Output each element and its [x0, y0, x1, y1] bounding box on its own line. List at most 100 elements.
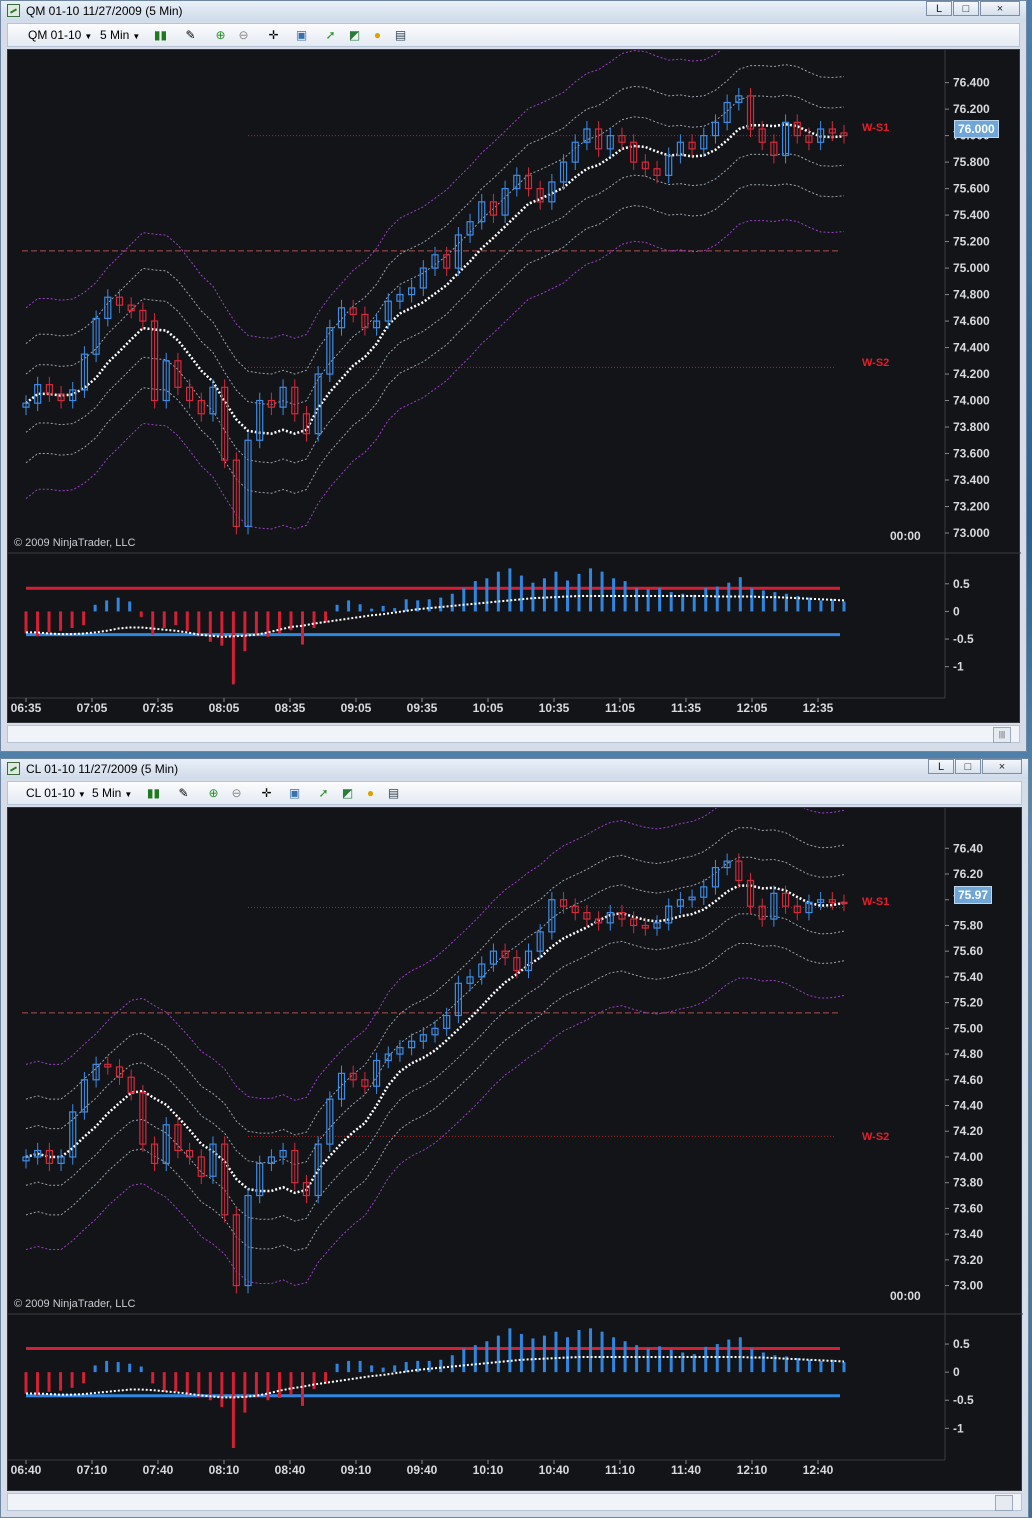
zoom-out-icon[interactable]: ⊖ [236, 28, 251, 43]
instrument-dropdown[interactable]: CL 01-10 ▼ [26, 786, 86, 800]
price-tick-label: 73.00 [953, 1279, 983, 1293]
price-tick-label: 73.800 [953, 420, 990, 434]
time-tick-label: 06:40 [11, 1463, 42, 1477]
period-dropdown[interactable]: 5 Min ▼ [92, 786, 132, 800]
outer-band-upper [25, 50, 722, 339]
close-button[interactable]: × [982, 759, 1022, 774]
period-dropdown[interactable]: 5 Min ▼ [100, 28, 140, 42]
horizontal-scrollbar[interactable]: ||| [7, 725, 1020, 743]
indicator-icon[interactable]: ◩ [340, 786, 355, 801]
time-tick-label: 07:10 [77, 1463, 108, 1477]
time-tick-label: 11:10 [605, 1463, 635, 1477]
time-tick-label: 09:10 [341, 1463, 372, 1477]
price-tick-label: 74.600 [953, 314, 990, 328]
osc-tick-label: -0.5 [953, 1393, 974, 1407]
trade-icon[interactable]: ● [370, 28, 385, 43]
instrument-dropdown[interactable]: QM 01-10 ▼ [28, 28, 92, 42]
price-tick-label: 74.000 [953, 394, 990, 408]
data-box-icon[interactable]: ▤ [393, 28, 408, 43]
chevron-down-icon: ▼ [132, 32, 141, 41]
title-bar[interactable]: QM 01-10 11/27/2009 (5 Min) L □ × [1, 1, 1026, 21]
price-tick-label: 74.400 [953, 341, 990, 355]
osc-tick-label: 0 [953, 1365, 960, 1379]
level-label-w-s1: W-S1 [862, 122, 890, 134]
title-bar[interactable]: CL 01-10 11/27/2009 (5 Min) L □ × [1, 759, 1028, 779]
data-box-icon[interactable]: ▤ [386, 786, 401, 801]
level-label-w-s2: W-S2 [862, 357, 890, 369]
time-tick-label: 08:10 [209, 1463, 240, 1477]
osc-tick-label: 0.5 [953, 1337, 970, 1351]
price-tick-label: 74.80 [953, 1047, 983, 1061]
chart-panel[interactable]: 76.4076.2076.0075.8075.6075.4075.2075.00… [7, 807, 1023, 1491]
osc-tick-label: 0 [953, 604, 960, 618]
time-tick-label: 12:05 [737, 701, 768, 715]
price-tick-label: 73.200 [953, 500, 990, 514]
last-price-marker: 76.000 [954, 120, 999, 138]
chevron-down-icon: ▼ [124, 790, 133, 799]
chart-panel[interactable]: 76.400 76.200 76.000 75.800 75.600 75.400 75.2… [7, 49, 1021, 723]
horizontal-scrollbar[interactable] [7, 1493, 1022, 1511]
price-tick-label: 76.20 [953, 867, 983, 881]
trade-icon[interactable]: ● [363, 786, 378, 801]
price-tick-label: 76.40 [953, 841, 983, 855]
time-tick-label: 06:35 [11, 701, 42, 715]
price-tick-label: 73.60 [953, 1201, 983, 1215]
price-tick-label: 75.20 [953, 996, 983, 1010]
properties-icon[interactable]: ▣ [287, 786, 302, 801]
last-price-marker: 75.97 [954, 886, 993, 904]
strategy-icon[interactable]: ➚ [316, 786, 331, 801]
scroll-thumb[interactable]: ||| [993, 727, 1011, 743]
indicator-icon[interactable]: ◩ [347, 28, 362, 43]
time-tick-label: 11:40 [671, 1463, 701, 1477]
time-tick-label: 10:10 [473, 1463, 504, 1477]
osc-tick-label: -1 [953, 1421, 964, 1435]
price-tick-label: 75.40 [953, 970, 983, 984]
inner-band-lower-1 [25, 913, 845, 1222]
app-icon [7, 4, 20, 17]
price-chart-svg[interactable]: 76.4076.2076.0075.8075.6075.4075.2075.00… [8, 808, 1023, 1490]
restore-button[interactable]: □ [955, 759, 981, 774]
price-chart-svg[interactable]: 76.400 76.200 76.000 75.800 75.600 75.400 75.2… [8, 50, 1021, 722]
app-icon [7, 762, 20, 775]
period-dropdown-label: 5 Min [92, 786, 122, 800]
time-tick-label: 07:40 [143, 1463, 174, 1477]
bar-timer-label: 00:00 [890, 1289, 921, 1303]
time-tick-label: 12:40 [803, 1463, 834, 1477]
price-tick-label: 75.80 [953, 918, 983, 932]
zoom-in-icon[interactable]: ⊕ [213, 28, 228, 43]
crosshair-icon[interactable]: ✛ [266, 28, 281, 43]
time-tick-label: 07:05 [77, 701, 108, 715]
instrument-dropdown-label: CL 01-10 [26, 786, 75, 800]
price-tick-label: 73.80 [953, 1176, 983, 1190]
price-tick-label: 73.400 [953, 473, 990, 487]
zoom-out-icon[interactable]: ⊖ [229, 786, 244, 801]
price-tick-label: 73.600 [953, 447, 990, 461]
draw-tool-icon[interactable]: ✎ [183, 28, 198, 43]
time-tick-label: 11:05 [605, 701, 635, 715]
time-tick-label: 09:40 [407, 1463, 438, 1477]
chart-style-icon[interactable]: ▮▮ [153, 28, 168, 43]
crosshair-icon[interactable]: ✛ [259, 786, 274, 801]
scroll-thumb[interactable] [995, 1495, 1013, 1511]
price-tick-label: 75.60 [953, 944, 983, 958]
strategy-icon[interactable]: ➚ [323, 28, 338, 43]
time-tick-label: 09:05 [341, 701, 372, 715]
zoom-in-icon[interactable]: ⊕ [206, 786, 221, 801]
level-label-w-s1: W-S1 [862, 896, 890, 908]
price-tick-label: 75.600 [953, 182, 990, 196]
price-tick-label: 75.400 [953, 208, 990, 222]
price-tick-label: 76.400 [953, 76, 990, 90]
properties-icon[interactable]: ▣ [294, 28, 309, 43]
price-tick-label: 74.800 [953, 288, 990, 302]
time-tick-label: 08:05 [209, 701, 240, 715]
minimize-button[interactable]: L [928, 759, 954, 774]
inner-band-lower-2 [25, 942, 845, 1252]
moving-average-line [25, 122, 845, 435]
close-button[interactable]: × [980, 1, 1020, 16]
price-tick-label: 75.800 [953, 155, 990, 169]
restore-button[interactable]: □ [953, 1, 979, 16]
minimize-button[interactable]: L [926, 1, 952, 16]
inner-band-lower-1 [25, 152, 845, 464]
draw-tool-icon[interactable]: ✎ [176, 786, 191, 801]
chart-style-icon[interactable]: ▮▮ [146, 786, 161, 801]
